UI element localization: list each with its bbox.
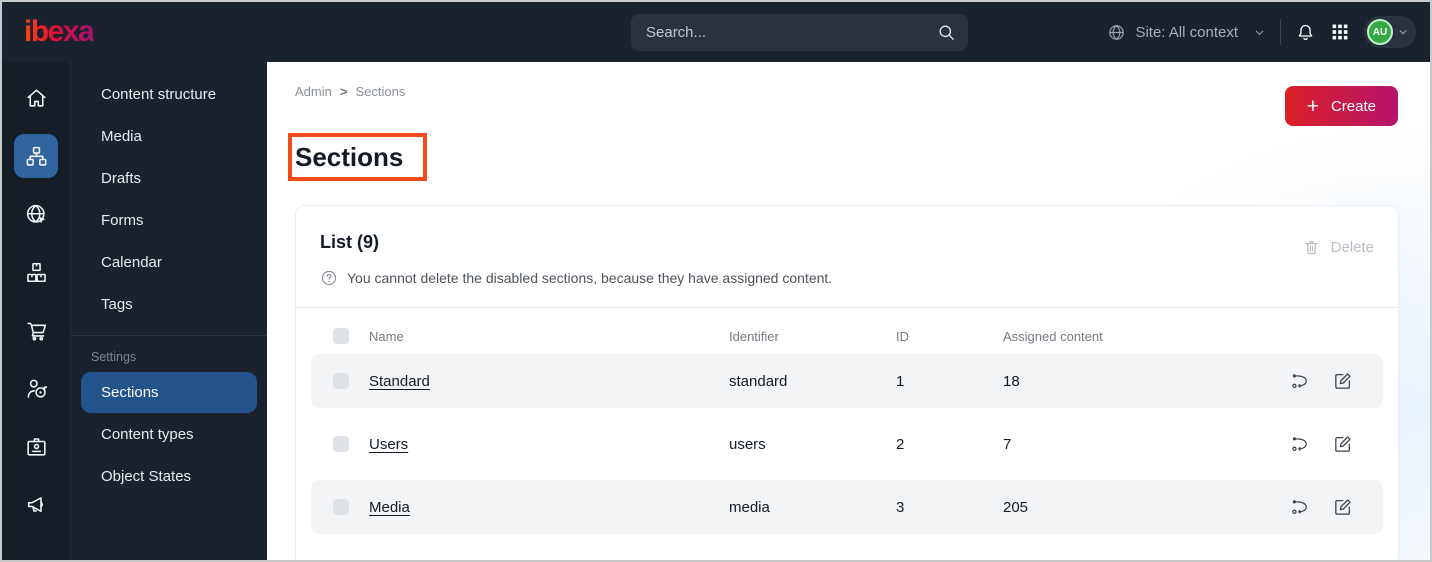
assigned-content-cell: 18 (1003, 372, 1020, 390)
search-input[interactable] (646, 24, 937, 41)
assigned-content-cell: 7 (1003, 435, 1012, 453)
assign-content-icon[interactable] (1290, 371, 1310, 391)
row-actions (1259, 434, 1359, 454)
breadcrumb-admin[interactable]: Admin (295, 84, 332, 99)
breadcrumb-sections: Sections (355, 84, 406, 99)
table-row: Media media 3 205 (311, 480, 1383, 534)
sidebar-item-sections[interactable]: Sections (81, 372, 257, 413)
sidebar-item-drafts[interactable]: Drafts (81, 158, 257, 199)
content-structure-icon[interactable] (14, 134, 58, 178)
row-checkbox[interactable] (333, 436, 349, 452)
icon-rail (2, 62, 70, 560)
id-badge-icon[interactable] (14, 424, 58, 468)
row-checkbox[interactable] (333, 499, 349, 515)
column-header-identifier: Identifier (729, 328, 779, 344)
delete-button[interactable]: Delete (1302, 230, 1374, 257)
create-button[interactable]: + Create (1284, 86, 1398, 126)
row-checkbox[interactable] (333, 373, 349, 389)
user-avatar: AU (1367, 19, 1393, 45)
identifier-cell: media (729, 498, 770, 516)
site-context-label: Site: All context (1135, 23, 1238, 41)
id-cell: 1 (896, 372, 905, 390)
top-bar: ibexa Site: All context (2, 2, 1430, 62)
column-header-name: Name (369, 328, 404, 344)
table-row: Standard standard 1 18 (311, 354, 1383, 408)
section-name-cell: Users (369, 436, 729, 453)
sidebar-item-forms[interactable]: Forms (81, 200, 257, 241)
edit-icon[interactable] (1333, 371, 1353, 391)
sidebar-menu: Content structure Media Drafts Forms Cal… (70, 62, 267, 560)
info-message: You cannot delete the disabled sections,… (296, 257, 1398, 287)
app-switcher-grid-icon[interactable] (1330, 22, 1350, 42)
user-menu[interactable]: AU (1364, 16, 1416, 48)
page-title: Sections (295, 142, 404, 172)
identifier-cell: users (729, 435, 766, 453)
megaphone-icon[interactable] (14, 482, 58, 526)
settings-group-label: Settings (91, 350, 137, 364)
topbar-divider (1280, 19, 1281, 45)
sidebar-item-content-structure[interactable]: Content structure (81, 74, 257, 115)
assigned-content-cell: 205 (1003, 498, 1029, 516)
row-actions (1259, 497, 1359, 517)
id-cell: 2 (896, 435, 905, 453)
app-window: ibexa Site: All context (0, 0, 1432, 562)
main-content: Admin > Sections + Create Sections List … (267, 62, 1430, 560)
site-context-dropdown[interactable]: Site: All context (1107, 23, 1266, 42)
trash-icon (1302, 238, 1321, 257)
topbar-right-cluster: Site: All context AU (1107, 16, 1430, 48)
sections-list-card: List (9) Delete You cannot delete the di… (295, 205, 1399, 560)
select-all-checkbox[interactable] (333, 328, 349, 344)
section-name-cell: Media (369, 499, 729, 516)
delete-button-label: Delete (1330, 239, 1374, 256)
question-circle-icon[interactable] (320, 269, 338, 287)
ibexa-logo[interactable]: ibexa (24, 15, 95, 49)
row-actions (1259, 371, 1359, 391)
table-header: Name Identifier ID Assigned content (311, 314, 1383, 354)
globe-icon (1107, 23, 1126, 42)
plus-icon: + (1306, 94, 1319, 118)
edit-icon[interactable] (1333, 434, 1353, 454)
column-header-assigned-content: Assigned content (1003, 328, 1103, 344)
site-globe-icon[interactable] (14, 192, 58, 236)
assign-content-icon[interactable] (1290, 434, 1310, 454)
card-divider (296, 307, 1398, 308)
products-boxes-icon[interactable] (14, 250, 58, 294)
cart-icon[interactable] (14, 308, 58, 352)
personalization-target-icon[interactable] (14, 366, 58, 410)
global-search (631, 14, 968, 51)
chevron-down-icon (1253, 26, 1266, 39)
create-button-label: Create (1330, 97, 1376, 115)
sidebar-item-object-states[interactable]: Object States (81, 456, 257, 497)
table-row: Users users 2 7 (311, 417, 1383, 471)
home-icon[interactable] (14, 76, 58, 120)
breadcrumb: Admin > Sections (295, 84, 405, 99)
sidebar-item-calendar[interactable]: Calendar (81, 242, 257, 283)
list-count-title: List (9) (320, 232, 380, 252)
menu-divider (71, 335, 267, 336)
info-message-text: You cannot delete the disabled sections,… (347, 270, 833, 286)
section-link[interactable]: Media (369, 499, 410, 516)
search-icon[interactable] (937, 23, 956, 42)
section-link[interactable]: Users (369, 436, 408, 453)
id-cell: 3 (896, 498, 905, 516)
identifier-cell: standard (729, 372, 788, 390)
section-link[interactable]: Standard (369, 373, 430, 390)
edit-icon[interactable] (1333, 497, 1353, 517)
sidebar-item-tags[interactable]: Tags (81, 284, 257, 325)
section-name-cell: Standard (369, 373, 729, 390)
breadcrumb-separator: > (339, 84, 348, 99)
assign-content-icon[interactable] (1290, 497, 1310, 517)
sidebar-item-content-types[interactable]: Content types (81, 414, 257, 455)
column-header-id: ID (896, 328, 909, 344)
chevron-down-icon (1397, 26, 1409, 38)
notifications-bell-icon[interactable] (1295, 22, 1316, 43)
sidebar-item-media[interactable]: Media (81, 116, 257, 157)
